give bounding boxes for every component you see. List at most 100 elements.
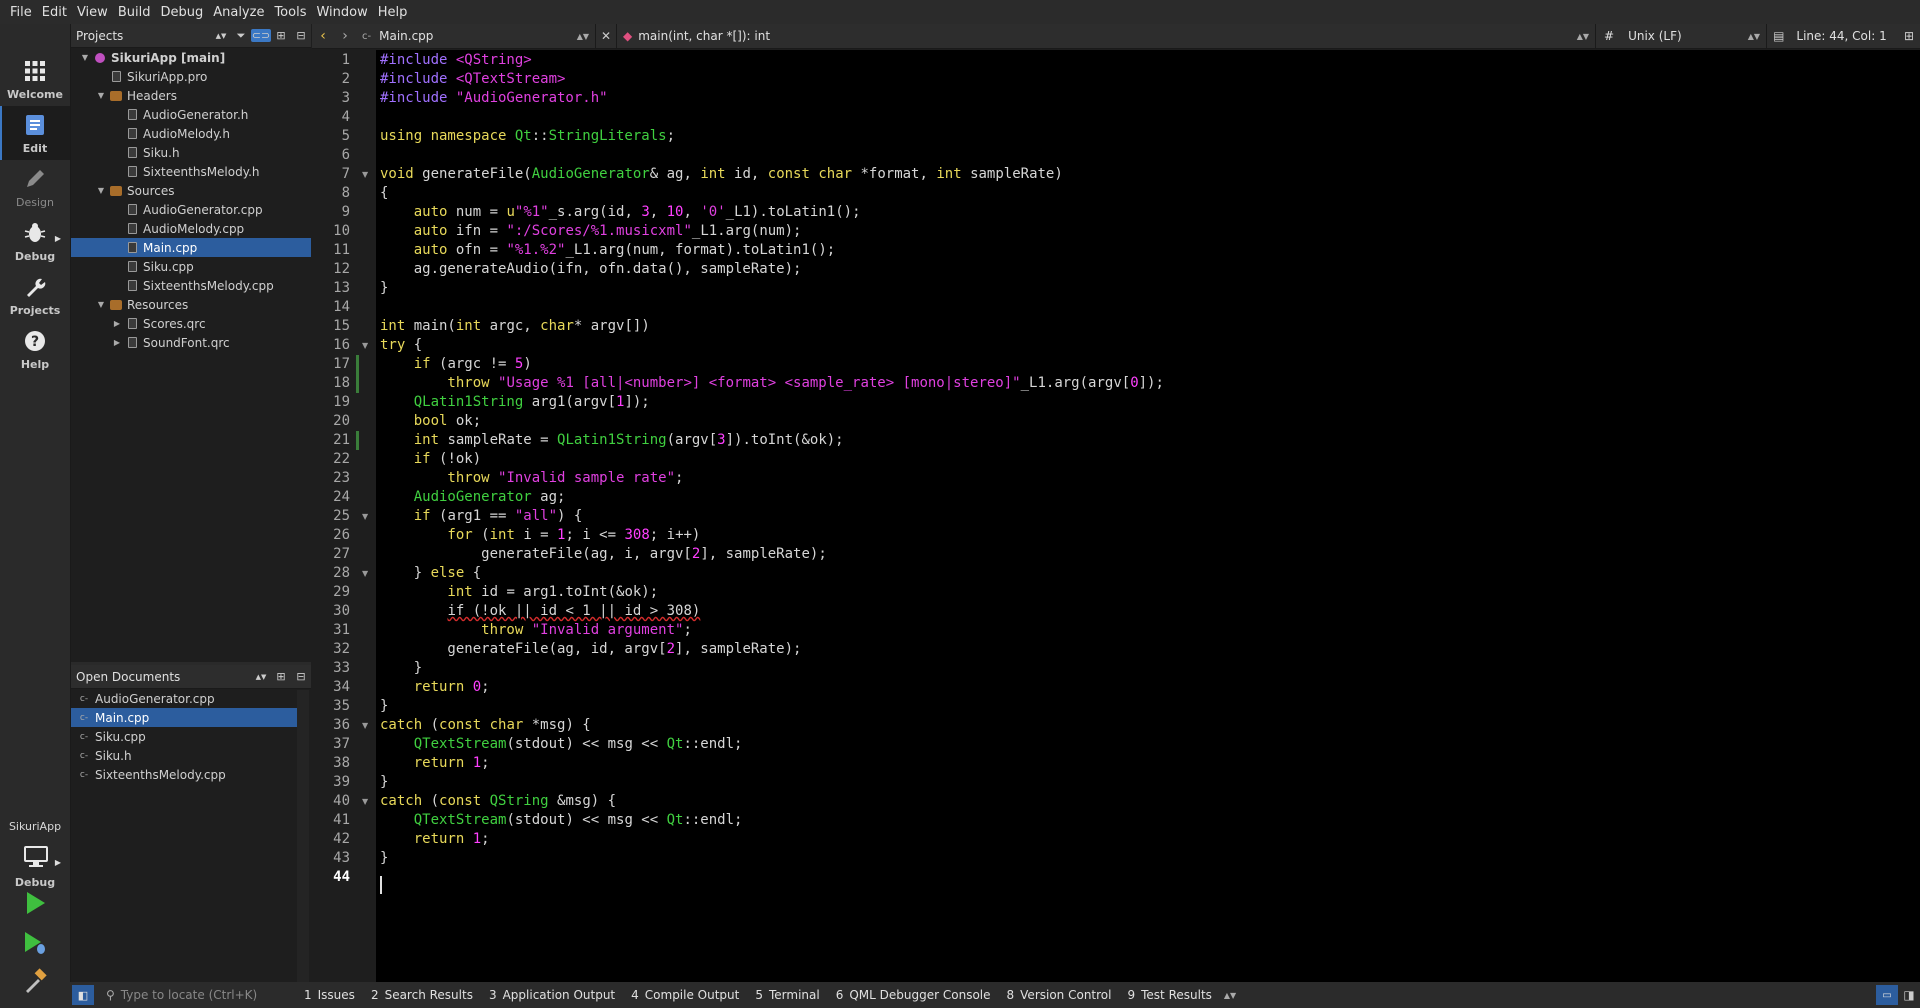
tree-item[interactable]: AudioGenerator.cpp xyxy=(71,200,311,219)
collapse-arrow-icon[interactable]: ▼ xyxy=(95,91,107,100)
expand-arrow-icon[interactable]: ▶ xyxy=(111,319,123,328)
mode-debug[interactable]: ▶ Debug xyxy=(0,214,70,268)
collapse-arrow-icon[interactable]: ▼ xyxy=(79,53,91,62)
menu-view[interactable]: View xyxy=(72,5,113,20)
expand-arrow-icon[interactable]: ▶ xyxy=(111,338,123,347)
menu-analyze[interactable]: Analyze xyxy=(208,5,269,20)
fold-arrow-icon[interactable]: ▼ xyxy=(362,797,368,806)
tree-item[interactable]: Siku.cpp xyxy=(71,257,311,276)
split-editor-icon[interactable]: ⊞ xyxy=(1904,29,1920,43)
output-tab[interactable]: 3 Application Output xyxy=(481,988,623,1002)
symbol-combo[interactable]: ◆ main(int, char *[]): int ▲▼ xyxy=(616,24,1596,48)
tree-item[interactable]: ▼ Sources xyxy=(71,181,311,200)
line-endings-combo[interactable]: Unix (LF) ▲▼ xyxy=(1622,24,1768,48)
output-tab[interactable]: 4 Compile Output xyxy=(623,988,747,1002)
tree-item[interactable]: SixteenthsMelody.cpp xyxy=(71,276,311,295)
fold-arrow-icon[interactable]: ▼ xyxy=(362,721,368,730)
open-documents-scrollbar[interactable] xyxy=(297,690,309,982)
folder-icon xyxy=(109,185,123,197)
tree-item[interactable]: SikuriApp.pro xyxy=(71,67,311,86)
menu-window[interactable]: Window xyxy=(311,5,372,20)
dropdown-caret-icon[interactable]: ▲▼ xyxy=(251,673,271,681)
output-tab[interactable]: 8 Version Control xyxy=(999,988,1120,1002)
tree-item[interactable]: AudioGenerator.h xyxy=(71,105,311,124)
filter-icon[interactable]: ⏷ xyxy=(231,29,251,43)
nav-forward-icon[interactable]: › xyxy=(334,28,356,44)
open-document-item[interactable]: c- SixteenthsMelody.cpp xyxy=(71,765,299,784)
mode-projects[interactable]: Projects xyxy=(0,268,70,322)
toggle-right-sidebar-icon[interactable]: ◨ xyxy=(1898,988,1920,1002)
split-icon[interactable]: ⊞ xyxy=(271,670,291,683)
open-document-item[interactable]: c- AudioGenerator.cpp xyxy=(71,689,299,708)
outline-icon[interactable]: ▤ xyxy=(1767,29,1790,43)
menu-edit[interactable]: Edit xyxy=(37,5,72,20)
tree-item-label: SixteenthsMelody.h xyxy=(143,164,260,179)
line-endings-value: Unix (LF) xyxy=(1628,29,1682,43)
mode-design[interactable]: Design xyxy=(0,160,70,214)
output-tab[interactable]: 1 Issues xyxy=(296,988,363,1002)
document-combo[interactable]: c- Main.cpp ▲▼ xyxy=(356,24,596,48)
tree-item[interactable]: AudioMelody.h xyxy=(71,124,311,143)
fold-arrow-icon[interactable]: ▼ xyxy=(362,512,368,521)
code-line: catch (const char *msg) { xyxy=(380,717,591,733)
code-line: auto ifn = ":/Scores/%1.musicxml"_L1.arg… xyxy=(396,223,802,239)
dropdown-caret-icon[interactable]: ▲▼ xyxy=(211,32,231,40)
menu-tools[interactable]: Tools xyxy=(269,5,311,20)
code-line: return 0; xyxy=(380,679,490,695)
tree-item[interactable]: Main.cpp xyxy=(71,238,311,257)
output-tab[interactable]: 5 Terminal xyxy=(747,988,827,1002)
output-tab[interactable]: 9 Test Results xyxy=(1119,988,1219,1002)
progress-toggle-icon[interactable]: ▭ xyxy=(1876,985,1898,1005)
fold-arrow-icon[interactable]: ▼ xyxy=(362,569,368,578)
mode-help[interactable]: ? Help xyxy=(0,322,70,376)
nav-back-icon[interactable]: ‹ xyxy=(312,28,334,44)
menu-debug[interactable]: Debug xyxy=(155,5,208,20)
line-number: 19 xyxy=(333,394,350,410)
code-line: auto ofn = "%1.%2"_L1.arg(num, format).t… xyxy=(396,242,836,258)
tree-item[interactable]: SixteenthsMelody.h xyxy=(71,162,311,181)
tree-item[interactable]: Siku.h xyxy=(71,143,311,162)
open-document-item[interactable]: c- Main.cpp xyxy=(71,708,299,727)
tree-item[interactable]: ▼ SikuriApp [main] xyxy=(71,48,311,67)
link-icon[interactable]: ⊂⊃ xyxy=(251,29,271,42)
dropdown-caret-icon[interactable]: ▲▼ xyxy=(1224,991,1236,1000)
code-line: bool ok; xyxy=(380,413,482,429)
open-document-item[interactable]: c- Siku.h xyxy=(71,746,299,765)
run-icon[interactable] xyxy=(22,890,48,916)
menu-build[interactable]: Build xyxy=(113,5,156,20)
debug-run-icon[interactable] xyxy=(22,930,48,956)
tree-item[interactable]: ▶ Scores.qrc xyxy=(71,314,311,333)
projects-panel-title[interactable]: Projects xyxy=(71,29,211,43)
mode-welcome[interactable]: Welcome xyxy=(0,52,70,106)
fold-arrow-icon[interactable]: ▼ xyxy=(362,170,368,179)
toggle-sidebar-icon[interactable]: ◧ xyxy=(72,985,94,1005)
symbol-name: main(int, char *[]): int xyxy=(638,29,771,43)
cursor-position[interactable]: Line: 44, Col: 1 xyxy=(1790,29,1892,43)
output-tab[interactable]: 6 QML Debugger Console xyxy=(828,988,999,1002)
open-documents-title[interactable]: Open Documents xyxy=(71,670,251,684)
menu-file[interactable]: File xyxy=(5,5,37,20)
kit-selector[interactable]: ▶ Debug xyxy=(0,838,70,894)
split-icon[interactable]: ⊞ xyxy=(271,29,291,42)
collapse-arrow-icon[interactable]: ▼ xyxy=(95,300,107,309)
close-document-icon[interactable]: ✕ xyxy=(596,29,616,43)
menu-help[interactable]: Help xyxy=(373,5,413,20)
tree-item-label: Resources xyxy=(127,297,189,312)
mode-edit[interactable]: Edit xyxy=(0,106,70,160)
file-icon xyxy=(125,261,139,273)
help-icon: ? xyxy=(25,331,45,351)
code-editor[interactable]: #include <QString> #include <QTextStream>… xyxy=(376,50,1920,982)
output-tab[interactable]: 2 Search Results xyxy=(363,988,481,1002)
open-document-item[interactable]: c- Siku.cpp xyxy=(71,727,299,746)
tree-item[interactable]: AudioMelody.cpp xyxy=(71,219,311,238)
tree-item[interactable]: ▼ Headers xyxy=(71,86,311,105)
collapse-arrow-icon[interactable]: ▼ xyxy=(95,186,107,195)
tree-item[interactable]: ▼ Resources xyxy=(71,295,311,314)
line-number: 24 xyxy=(333,489,350,505)
tree-item[interactable]: ▶ SoundFont.qrc xyxy=(71,333,311,352)
fold-arrow-icon[interactable]: ▼ xyxy=(362,341,368,350)
close-panel-icon[interactable]: ⊟ xyxy=(291,29,311,42)
build-hammer-icon[interactable] xyxy=(22,968,48,994)
locator-input[interactable]: ⚲ Type to locate (Ctrl+K) xyxy=(100,985,296,1005)
close-panel-icon[interactable]: ⊟ xyxy=(291,670,311,683)
